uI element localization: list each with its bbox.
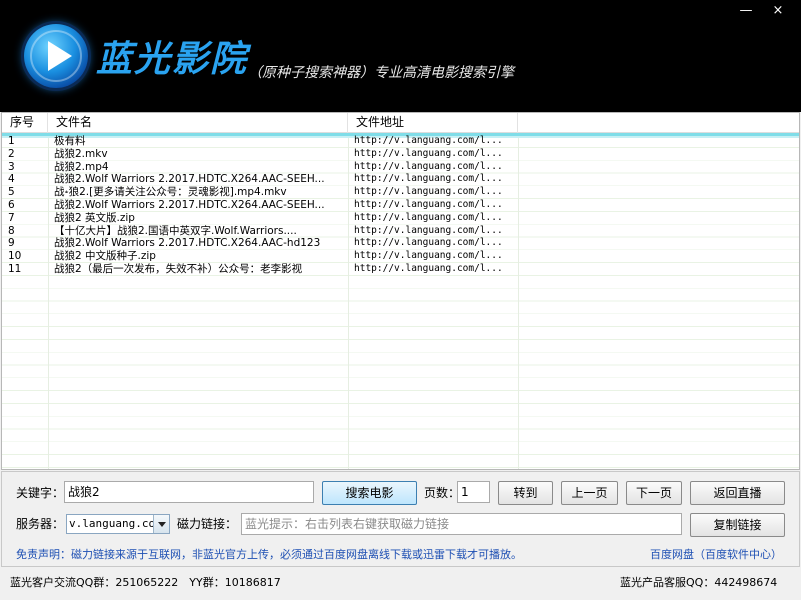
row-filename: 战狼2.mkv	[54, 147, 108, 160]
column-header-empty	[518, 113, 799, 133]
table-row[interactable]: 6 战狼2.Wolf Warriors 2.2017.HDTC.X264.AAC-…	[2, 199, 799, 212]
row-index: 10	[8, 250, 22, 263]
minimize-icon[interactable]: —	[733, 2, 759, 20]
table-row[interactable]: 4 战狼2.Wolf Warriors 2.2017.HDTC.X264.AAC-…	[2, 173, 799, 186]
table-row[interactable]: 9 战狼2.Wolf Warriors 2.2017.HDTC.X264.AAC-…	[2, 237, 799, 250]
control-panel: 关键字： 战狼2 搜索电影 页数： 1 转到 上一页 下一页 返回直播 服务器：…	[1, 471, 800, 567]
row-index: 3	[8, 160, 15, 173]
table-row[interactable]: 2 战狼2.mkv http://v.languang.com/l...	[2, 148, 799, 161]
row-url: http://v.languang.com/l...	[354, 224, 503, 236]
server-select[interactable]: v.languang.com	[66, 514, 170, 534]
copy-link-button[interactable]: 复制链接	[690, 513, 785, 537]
column-header-index[interactable]: 序号	[2, 113, 48, 133]
list-rows: 1 极有料 http://v.languang.com/l... 2 战狼2.mkv ht…	[2, 135, 799, 276]
brand-name: 蓝光影院	[96, 39, 249, 80]
qq-group-text: 蓝光客户交流QQ群：251065222 YY群：10186817	[10, 576, 281, 589]
row-index: 6	[8, 198, 15, 211]
row-filename: 战狼2.Wolf Warriors 2.2017.HDTC.X264.AAC-S…	[54, 198, 325, 211]
row-filename: 战狼2 英文版.zip	[54, 211, 135, 224]
server-select-value: v.languang.com	[69, 517, 162, 530]
customer-service-text: 蓝光产品客服QQ：442498674	[620, 576, 778, 589]
prev-page-button[interactable]: 上一页	[561, 481, 618, 505]
table-row[interactable]: 1 极有料 http://v.languang.com/l...	[2, 135, 799, 148]
row-url: http://v.languang.com/l...	[354, 160, 503, 172]
table-row[interactable]: 10 战狼2 中文版种子.zip http://v.languang.com/l..…	[2, 250, 799, 263]
row-filename: 战狼2 中文版种子.zip	[54, 250, 156, 263]
app-header: 蓝光影院 （原种子搜索神器）专业高清电影搜索引擎 — ×	[0, 0, 801, 112]
row-filename: 战狼2.Wolf Warriors 2.2017.HDTC.X264.AAC-S…	[54, 173, 325, 186]
row-url: http://v.languang.com/l...	[354, 198, 503, 210]
row-filename: 极有料	[54, 135, 86, 147]
server-label: 服务器：	[16, 517, 65, 531]
magnet-label: 磁力链接：	[177, 517, 238, 531]
row-filename: 【十亿大片】战狼2.国语中英双字.Wolf.Warriors....	[54, 224, 297, 237]
column-header-filename[interactable]: 文件名	[48, 113, 348, 133]
magnet-link-field[interactable]: 蓝光提示：右击列表右键获取磁力链接	[241, 513, 682, 535]
row-filename: 战狼2.Wolf Warriors 2.2017.HDTC.X264.AAC-h…	[54, 237, 321, 250]
chevron-down-icon[interactable]	[153, 515, 169, 533]
next-page-button[interactable]: 下一页	[626, 481, 682, 505]
keyword-label: 关键字：	[16, 486, 65, 500]
table-row[interactable]: 7 战狼2 英文版.zip http://v.languang.com/l...	[2, 212, 799, 225]
row-index: 8	[8, 224, 15, 237]
play-triangle	[48, 41, 72, 71]
table-row[interactable]: 3 战狼2.mp4 http://v.languang.com/l...	[2, 161, 799, 174]
row-url: http://v.languang.com/l...	[354, 237, 503, 249]
row-url: http://v.languang.com/l...	[354, 173, 503, 185]
row-url: http://v.languang.com/l...	[354, 186, 503, 198]
row-filename: 战⹈狼2.[更多请关注公众号：灵魂影视].mp4.mkv	[54, 186, 287, 199]
brand-subtitle: （原种子搜索神器）专业高清电影搜索引擎	[248, 65, 514, 81]
table-row[interactable]: 8 【十亿大片】战狼2.国语中英双字.Wolf.Warriors.... http:…	[2, 225, 799, 238]
row-url: http://v.languang.com/l...	[354, 250, 503, 262]
row-index: 5	[8, 186, 15, 199]
row-index: 11	[8, 262, 22, 275]
list-header: 序号 文件名 文件地址	[2, 113, 799, 133]
play-icon	[24, 24, 88, 88]
status-bar: 蓝光客户交流QQ群：251065222 YY群：10186817 蓝光产品客服Q…	[0, 569, 801, 600]
row-index: 1	[8, 135, 15, 147]
page-input[interactable]: 1	[457, 481, 490, 503]
page-label: 页数：	[424, 486, 461, 500]
row-index: 4	[8, 173, 15, 186]
row-index: 9	[8, 237, 15, 250]
row-url: http://v.languang.com/l...	[354, 262, 503, 274]
keyword-input[interactable]: 战狼2	[64, 481, 314, 503]
baidu-netdisk-link[interactable]: 百度网盘（百度软件中心）	[650, 547, 782, 563]
row-index: 7	[8, 211, 15, 224]
row-url: http://v.languang.com/l...	[354, 135, 503, 146]
column-header-url[interactable]: 文件地址	[348, 113, 518, 133]
row-filename: 战狼2.mp4	[54, 160, 109, 173]
disclaimer-text: 免责声明：磁力链接来源于互联网，非蓝光官方上传，必须通过百度网盘离线下载或迅雷下…	[16, 548, 522, 561]
close-icon[interactable]: ×	[765, 2, 791, 20]
goto-button[interactable]: 转到	[498, 481, 553, 505]
search-button[interactable]: 搜索电影	[322, 481, 417, 505]
row-filename: 战狼2（最后一次发布，失效不补）公众号：老李影视	[54, 262, 303, 275]
back-to-live-button[interactable]: 返回直播	[690, 481, 785, 505]
row-url: http://v.languang.com/l...	[354, 147, 503, 159]
table-row[interactable]: 11 战狼2（最后一次发布，失效不补）公众号：老李影视 http://v.langu…	[2, 263, 799, 276]
result-list[interactable]: 序号 文件名 文件地址 1 极有料 http://v.languang.com/l.…	[1, 112, 800, 470]
table-row[interactable]: 5 战⹈狼2.[更多请关注公众号：灵魂影视].mp4.mkv http://v.la…	[2, 186, 799, 199]
row-url: http://v.languang.com/l...	[354, 211, 503, 223]
row-index: 2	[8, 147, 15, 160]
